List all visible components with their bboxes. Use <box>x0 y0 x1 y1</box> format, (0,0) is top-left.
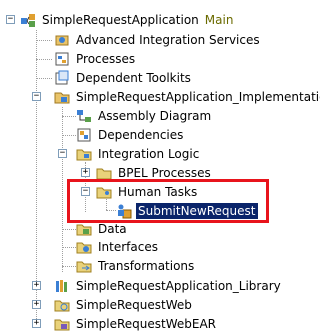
integration-services-icon <box>54 32 70 48</box>
collapse-toggle[interactable]: − <box>32 92 41 101</box>
toolkit-icon <box>54 70 70 86</box>
tree-item-library[interactable]: SimpleRequestApplication_Library <box>54 276 283 296</box>
tree-item-processes[interactable]: Processes <box>54 49 137 69</box>
tree-item-label: SimpleRequestApplication_Implementation <box>76 90 320 104</box>
tree-item-label: SimpleRequestApplication <box>42 13 199 27</box>
assembly-diagram-icon <box>76 108 92 124</box>
tree-item-label: SimpleRequestApplication_Library <box>76 279 281 293</box>
tree-item-label: SimpleRequestWebEAR <box>76 317 217 331</box>
tree-item-advanced-integration-services[interactable]: Advanced Integration Services <box>54 30 262 50</box>
expand-toggle[interactable]: + <box>32 300 41 309</box>
main-badge: Main <box>204 13 234 27</box>
tree-item-dependencies[interactable]: Dependencies <box>76 125 185 145</box>
tree-item-label: Integration Logic <box>98 147 200 161</box>
expand-toggle[interactable]: + <box>32 319 41 328</box>
tree-item-label: Dependent Toolkits <box>76 71 191 85</box>
tree-item-label: Processes <box>76 52 136 66</box>
tree-item-transformations[interactable]: Transformations <box>76 256 196 276</box>
tree-line <box>36 59 52 60</box>
tree-line <box>62 135 76 136</box>
tree-item-label: Interfaces <box>98 240 158 254</box>
expand-toggle[interactable]: + <box>32 281 41 290</box>
tree-item-dependent-toolkits[interactable]: Dependent Toolkits <box>54 68 193 88</box>
folder-icon <box>76 239 92 255</box>
tree-line <box>62 229 76 230</box>
collapse-toggle[interactable]: − <box>58 149 67 158</box>
tree-item-ear[interactable]: SimpleRequestWebEAR <box>54 314 218 334</box>
processes-icon <box>54 51 70 67</box>
tree-line <box>62 116 76 117</box>
project-tree: − SimpleRequestApplication Main Advanced… <box>0 0 320 336</box>
tree-line <box>36 78 52 79</box>
tree-item-label: Assembly Diagram <box>98 109 212 123</box>
tree-item-implementation[interactable]: SimpleRequestApplication_Implementation <box>54 87 320 107</box>
ear-project-icon <box>54 316 70 332</box>
web-project-icon <box>54 297 70 313</box>
tree-item-label: Dependencies <box>98 128 184 142</box>
highlight-box <box>67 179 269 223</box>
library-project-icon <box>54 278 70 294</box>
collapse-toggle[interactable]: − <box>6 15 15 24</box>
tree-item-web[interactable]: SimpleRequestWeb <box>54 295 194 315</box>
tree-item-label: SimpleRequestWeb <box>76 298 192 312</box>
tree-item-label: Advanced Integration Services <box>76 33 260 47</box>
folder-icon <box>76 146 92 162</box>
tree-item-assembly-diagram[interactable]: Assembly Diagram <box>76 106 213 126</box>
tree-item-interfaces[interactable]: Interfaces <box>76 237 160 257</box>
tree-item-integration-logic[interactable]: Integration Logic <box>76 144 201 164</box>
tree-item-label: Data <box>98 222 127 236</box>
tree-line <box>36 40 52 41</box>
module-project-icon <box>54 89 70 105</box>
tree-line <box>62 266 76 267</box>
dependencies-icon <box>76 127 92 143</box>
folder-icon <box>76 221 92 237</box>
folder-icon <box>76 258 92 274</box>
application-project-icon <box>20 12 36 28</box>
tree-item-label: Transformations <box>98 259 195 273</box>
tree-item-root[interactable]: SimpleRequestApplication Main <box>20 10 233 30</box>
expand-toggle[interactable]: + <box>81 168 90 177</box>
tree-line <box>62 247 76 248</box>
